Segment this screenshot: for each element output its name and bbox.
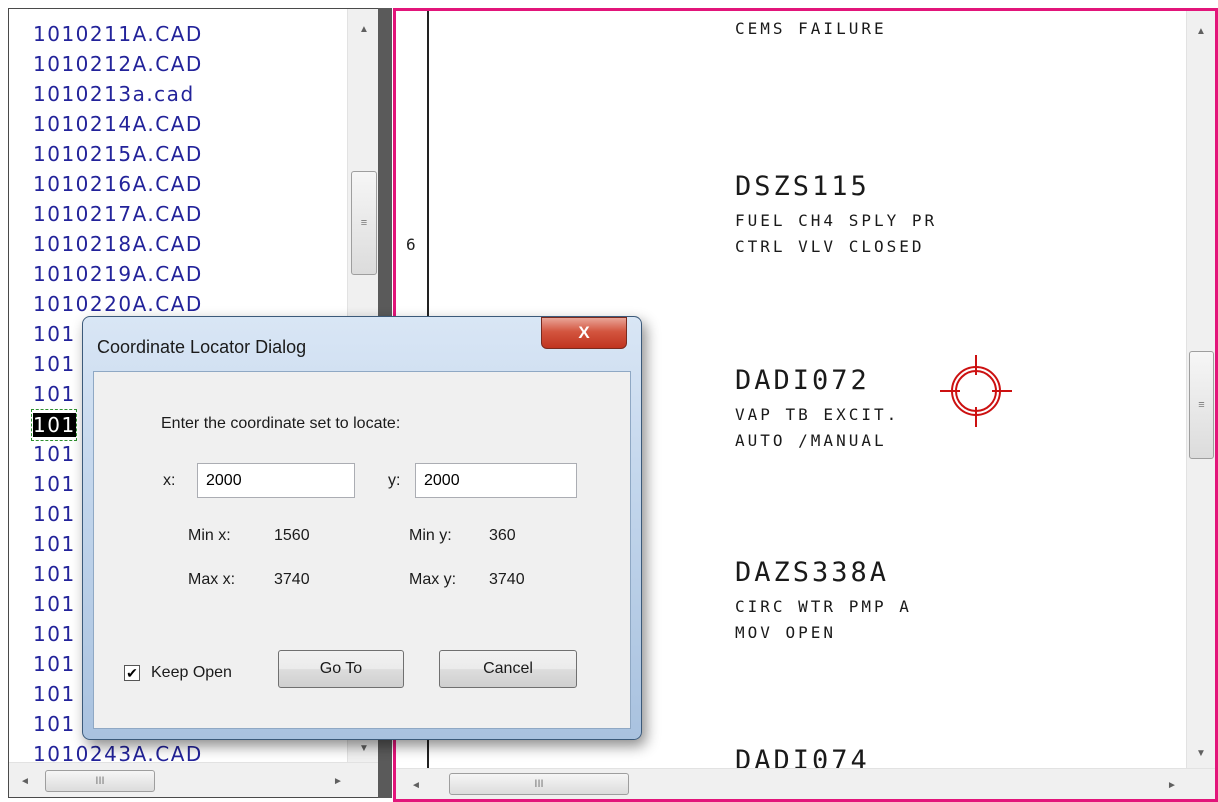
file-list-item[interactable]: 101 [33,469,76,499]
go-to-button[interactable]: Go To [278,650,404,688]
scroll-thumb[interactable]: ≡ [351,171,377,275]
file-list-item[interactable]: 101 [33,679,76,709]
max-y-value: 3740 [489,571,525,588]
scroll-left-arrow-icon[interactable]: ◄ [406,776,426,794]
file-list-item[interactable]: 1010220A.CAD [33,289,203,319]
scroll-up-arrow-icon[interactable]: ▲ [1187,11,1215,51]
checkmark-icon: ✔ [126,665,138,681]
drawing-block-description: FUEL CH4 SPLY PR [735,211,938,230]
y-label: y: [388,472,401,489]
min-x-label: Min x: [188,527,231,544]
drawing-block-tag: DAZS338A [735,557,890,588]
file-list-item[interactable]: 101 [33,589,76,619]
drawing-horizontal-scrollbar[interactable]: ◄ III ► [396,768,1215,799]
keep-open-checkbox[interactable]: ✔ [124,665,140,681]
max-y-label: Max y: [409,571,457,588]
min-y-value: 360 [489,527,516,544]
file-list-item[interactable]: 1010211A.CAD [33,19,203,49]
file-list-item[interactable]: 101 [33,439,76,469]
x-input[interactable] [197,463,355,498]
scroll-up-arrow-icon[interactable]: ▲ [348,9,380,49]
thumb-grip-icon: ≡ [360,217,368,229]
file-list-item[interactable]: 101 [33,499,76,529]
file-list-item[interactable]: 1010218A.CAD [33,229,203,259]
drawing-block-description: VAP TB EXCIT. [735,405,900,424]
close-button[interactable]: X [541,317,627,349]
drawing-block-description: CIRC WTR PMP A [735,597,912,616]
crosshair-target-icon [940,355,1012,427]
x-label: x: [163,472,176,489]
max-x-value: 3740 [274,571,310,588]
thumb-grip-icon: III [95,775,105,787]
keep-open-label[interactable]: Keep Open [151,664,232,682]
cancel-button[interactable]: Cancel [439,650,577,688]
min-y-label: Min y: [409,527,452,544]
file-list-item[interactable]: 101 [33,349,76,379]
coordinate-locator-dialog: Coordinate Locator Dialog X Enter the co… [82,316,642,740]
max-x-label: Max x: [188,571,236,588]
thumb-grip-icon: III [534,778,544,790]
file-list-item[interactable]: 1010213a.cad [33,79,195,109]
y-input[interactable] [415,463,577,498]
file-list-item[interactable]: 1010217A.CAD [33,199,203,229]
horizontal-scroll-thumb[interactable]: III [45,770,155,792]
file-list-item[interactable]: 1010216A.CAD [33,169,203,199]
drawing-block-description: AUTO /MANUAL [735,431,887,450]
file-list-item[interactable]: 101 [33,379,76,409]
scroll-down-arrow-icon[interactable]: ▼ [1187,739,1215,767]
min-x-value: 1560 [274,527,310,544]
file-list-item[interactable]: 101 [33,619,76,649]
scroll-left-arrow-icon[interactable]: ◄ [15,772,35,790]
file-list-horizontal-scrollbar[interactable]: ◄ III ► [9,762,380,797]
file-list-item[interactable]: 101 [31,409,77,441]
file-list-item[interactable]: 101 [33,319,76,349]
file-list-item[interactable]: 1010219A.CAD [33,259,203,289]
row-marker: 6 [406,235,416,254]
horizontal-scroll-thumb[interactable]: III [449,773,629,795]
close-icon: X [578,323,590,342]
file-list-item[interactable]: 101 [33,649,76,679]
file-list-item[interactable]: 101 [33,709,76,739]
file-list-item[interactable]: 101 [33,559,76,589]
file-list-item[interactable]: 1010214A.CAD [33,109,203,139]
scroll-thumb[interactable]: ≡ [1189,351,1214,459]
drawing-block-description: CEMS FAILURE [735,19,887,38]
dialog-title: Coordinate Locator Dialog [97,337,307,357]
drawing-block-tag: DSZS115 [735,171,870,202]
drawing-block-description: MOV OPEN [735,623,837,642]
scroll-right-arrow-icon[interactable]: ► [328,772,348,790]
file-list-item-label: 101 [33,413,76,437]
drawing-block-tag: DADI072 [735,365,870,396]
drawing-block-description: CTRL VLV CLOSED [735,237,925,256]
drawing-vertical-scrollbar[interactable]: ▲ ≡ ▼ [1186,11,1215,768]
file-list-item[interactable]: 101 [33,529,76,559]
file-list-item[interactable]: 1010215A.CAD [33,139,203,169]
file-list-item[interactable]: 1010212A.CAD [33,49,203,79]
thumb-grip-icon: ≡ [1198,399,1205,411]
dialog-client-area: Enter the coordinate set to locate: x: y… [93,371,631,729]
dialog-prompt: Enter the coordinate set to locate: [161,415,401,432]
scroll-right-arrow-icon[interactable]: ► [1162,776,1182,794]
